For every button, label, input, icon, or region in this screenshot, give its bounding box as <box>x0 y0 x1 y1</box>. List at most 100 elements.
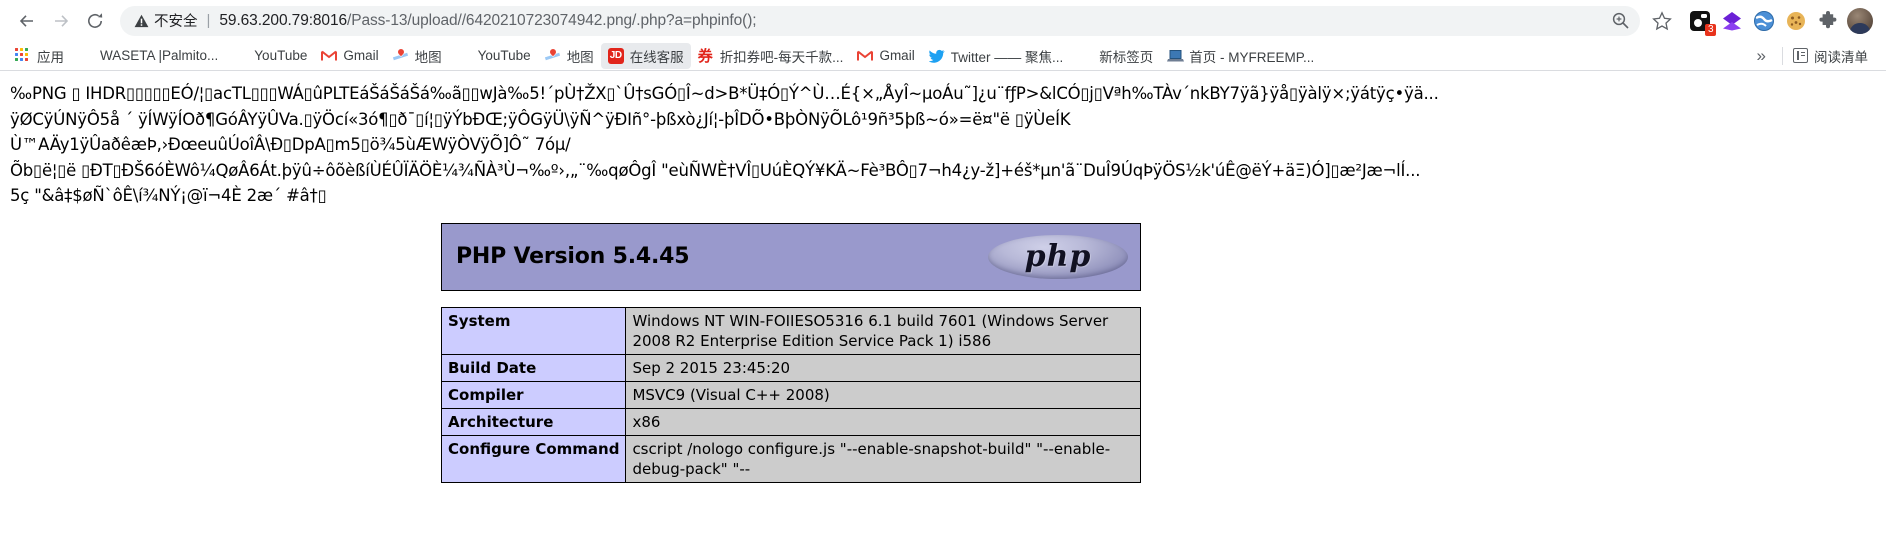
arrow-right-icon <box>55 14 69 27</box>
phpinfo-table: System Windows NT WIN-FOIIESO5316 6.1 bu… <box>440 306 1141 483</box>
bookmark-label: WASETA |Palmito... <box>100 48 219 63</box>
table-cell-value: x86 <box>625 407 1141 436</box>
youtube-icon <box>456 48 472 64</box>
bookmarks-overflow-area: » 阅读清单 <box>1745 44 1878 68</box>
bookmark-item-gmail-2[interactable]: Gmail <box>850 45 921 67</box>
reading-list-label: 阅读清单 <box>1814 49 1868 65</box>
bookmark-label: 在线客服 <box>629 49 684 65</box>
bookmark-label: 新标签页 <box>1099 49 1154 65</box>
google-maps-icon <box>393 48 409 64</box>
table-cell-value: cscript /nologo configure.js "--enable-s… <box>625 434 1141 483</box>
avatar <box>1847 7 1873 34</box>
bookmark-item-youtube-1[interactable]: YouTube <box>225 45 314 67</box>
reading-list-button[interactable]: 阅读清单 <box>1787 44 1874 68</box>
extension-badge-count: 3 <box>1705 23 1716 36</box>
table-row: Architecture x86 <box>440 407 1141 436</box>
omnibox-actions <box>1606 7 1634 35</box>
bookmarks-bar: 应用 WASETA |Palmito... YouTube Gmail 地图 Y… <box>0 41 1886 71</box>
forward-button[interactable] <box>44 4 78 38</box>
coupon-icon: 券 <box>697 47 713 65</box>
extensions-area: 3 <box>1684 5 1876 37</box>
table-cell-key: System <box>440 306 627 355</box>
bookmark-label: 应用 <box>37 49 64 65</box>
back-button[interactable] <box>10 4 44 38</box>
table-row: Compiler MSVC9 (Visual C++ 2008) <box>440 380 1141 409</box>
page-content: ‰PNG ▯ IHDR▯▯▯▯▯EÓ/¦▯acTL▯▯▯WÁ▯ûPLTEáŠáŠ… <box>0 71 1886 552</box>
bookmark-item-new-tab[interactable]: 新标签页 <box>1070 43 1160 69</box>
youtube-icon <box>232 48 248 64</box>
bookmark-label: Gmail <box>879 48 915 63</box>
bookmark-label: Gmail <box>343 48 379 63</box>
url-host: 59.63.200.79:8016 <box>219 11 347 29</box>
reload-button[interactable] <box>78 4 112 38</box>
address-bar[interactable]: 不安全 | 59.63.200.79:8016/Pass-13/upload//… <box>120 5 1640 36</box>
bookmark-label: 地图 <box>414 49 442 65</box>
table-cell-value: Sep 2 2015 23:45:20 <box>625 353 1141 382</box>
php-logo-text: php <box>1024 239 1092 274</box>
phpinfo-output: PHP Version 5.4.45 php System Windows NT… <box>440 222 1141 483</box>
gmail-icon <box>321 48 338 64</box>
php-logo-icon: php <box>988 231 1128 283</box>
gmail-icon <box>857 48 874 64</box>
binary-line: ‰PNG ▯ IHDR▯▯▯▯▯EÓ/¦▯acTL▯▯▯WÁ▯ûPLTEáŠáŠ… <box>10 84 1439 103</box>
binary-line: Ù™AÄy1ÿÛaðêæÞ‚›ÐœeuûÚoîÂ\Ð▯DpA▯m5▯ö¾5ùÆW… <box>10 135 571 154</box>
bookmark-item-maps-2[interactable]: 地图 <box>538 43 601 69</box>
profile-avatar[interactable] <box>1844 5 1876 37</box>
apps-grid-icon <box>15 47 31 64</box>
chevron-double-right-icon[interactable]: » <box>1745 46 1778 66</box>
table-cell-key: Configure Command <box>440 434 627 483</box>
bookmark-item-jd-support[interactable]: JD 在线客服 <box>600 42 691 69</box>
globe-icon <box>1077 48 1093 64</box>
reading-list-icon <box>1793 48 1808 63</box>
globe-icon <box>78 48 94 64</box>
bookmark-item-youtube-2[interactable]: YouTube <box>449 45 538 67</box>
browser-toolbar: 不安全 | 59.63.200.79:8016/Pass-13/upload//… <box>0 0 1886 41</box>
binary-line: 5ç "&â‡$øÑ`ôÊ\í¾NÝ¡@ï¬4È 2æ´ #â†▯ <box>10 186 327 205</box>
twitter-bird-icon <box>928 48 945 64</box>
bookmark-item-gmail-1[interactable]: Gmail <box>314 45 385 67</box>
table-cell-key: Build Date <box>440 353 627 382</box>
blue-globe-icon[interactable] <box>1748 5 1780 37</box>
bookmark-item-twitter[interactable]: Twitter —— 聚焦... <box>922 43 1071 69</box>
bookmark-item-waseta[interactable]: WASETA |Palmito... <box>71 45 225 67</box>
cookie-icon[interactable] <box>1780 5 1812 37</box>
laptop-icon <box>1167 48 1185 64</box>
url-text[interactable]: 59.63.200.79:8016/Pass-13/upload//642021… <box>219 12 1606 30</box>
bookmark-label: 地图 <box>566 49 594 65</box>
bookmark-label: Twitter —— 聚焦... <box>950 49 1064 65</box>
dropbox-paper-extension-icon[interactable]: 3 <box>1684 5 1716 37</box>
table-cell-key: Compiler <box>440 380 627 409</box>
security-warning[interactable]: 不安全 <box>134 10 198 31</box>
binary-line: ÿØCÿÚNÿÔ5å ´ ÿÍWÿÍOð¶GóÂYÿÛVa.▯ÿÖcí«3ó¶▯… <box>10 109 1071 129</box>
zoom-magnifier-icon[interactable] <box>1606 7 1634 35</box>
bookmark-item-coupon[interactable]: 券 折扣券吧-每天千款... <box>691 43 851 69</box>
arrow-left-icon <box>19 14 33 27</box>
table-row: Configure Command cscript /nologo config… <box>440 434 1141 483</box>
table-cell-key: Architecture <box>440 407 627 436</box>
url-path: /Pass-13/upload//6420210723074942.png/.p… <box>347 11 757 29</box>
php-version-title: PHP Version 5.4.45 <box>456 244 690 269</box>
puzzle-piece-icon[interactable] <box>1812 5 1844 37</box>
bookmark-label: 首页 - MYFREEMP... <box>1189 49 1315 65</box>
bookmark-label: 折扣券吧-每天千款... <box>719 49 844 65</box>
table-cell-value: MSVC9 (Visual C++ 2008) <box>625 380 1141 409</box>
table-cell-value: Windows NT WIN-FOIIESO5316 6.1 build 760… <box>625 306 1141 355</box>
bookmark-item-myfreemp[interactable]: 首页 - MYFREEMP... <box>1160 43 1321 69</box>
bookmark-label: YouTube <box>254 48 308 63</box>
warning-triangle-icon <box>134 14 149 27</box>
bookmark-item-maps-1[interactable]: 地图 <box>386 43 449 69</box>
google-maps-icon <box>545 48 561 64</box>
jd-icon: JD <box>607 47 624 64</box>
omnibox-separator: | <box>206 12 211 29</box>
security-warning-text: 不安全 <box>154 14 198 30</box>
divider <box>1782 46 1783 65</box>
reload-icon <box>88 12 103 28</box>
bookmark-label: YouTube <box>477 48 531 63</box>
binary-line: Õb▯ë¦▯ë ▯ÐT▯ÐŠ6óÈWô¼QøÂ6Át.þÿû÷ôõèßíÙÉÛÏ… <box>10 160 1421 180</box>
purple-diamond-icon[interactable] <box>1716 5 1748 37</box>
bookmark-star-icon[interactable] <box>1646 5 1678 37</box>
table-row: System Windows NT WIN-FOIIESO5316 6.1 bu… <box>440 306 1141 355</box>
table-row: Build Date Sep 2 2015 23:45:20 <box>440 353 1141 382</box>
phpinfo-header: PHP Version 5.4.45 php <box>441 222 1141 291</box>
bookmark-item-apps[interactable]: 应用 <box>8 43 71 69</box>
